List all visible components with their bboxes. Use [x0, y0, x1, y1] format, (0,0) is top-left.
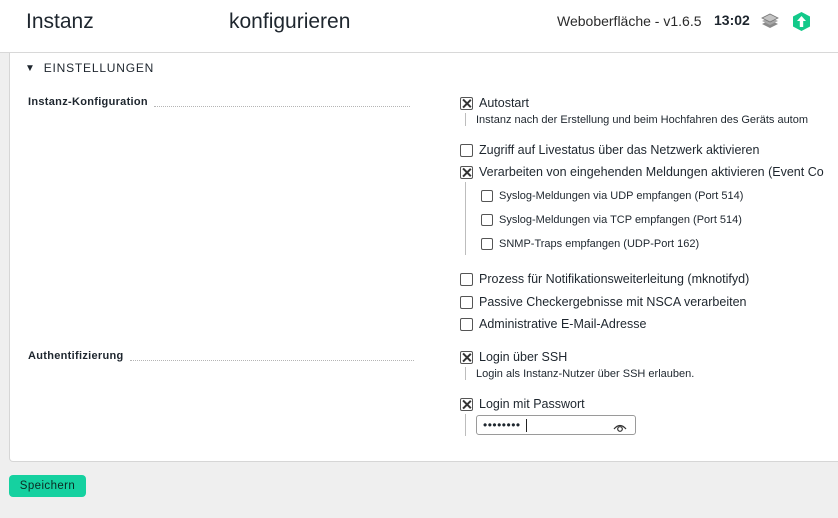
admin-email-checkbox[interactable]: [460, 317, 473, 331]
autostart-checkbox[interactable]: [460, 96, 473, 110]
books-icon[interactable]: [760, 11, 780, 36]
ssh-login-option[interactable]: Login über SSH: [460, 350, 567, 364]
password-sub-bar: [465, 414, 466, 436]
snmp-traps-option[interactable]: SNMP-Traps empfangen (UDP-Port 162): [481, 238, 699, 250]
help-bar: [465, 367, 466, 380]
syslog-udp-checkbox[interactable]: [481, 190, 493, 202]
livestatus-option[interactable]: Zugriff auf Livestatus über das Netzwerk…: [460, 143, 759, 157]
livestatus-checkbox[interactable]: [460, 143, 473, 157]
settings-panel: ▼ EINSTELLUNGEN Instanz-Konfiguration Au…: [9, 53, 838, 462]
authentication-label: Authentifizierung: [28, 350, 414, 362]
autostart-help-text: Instanz nach der Erstellung und beim Hoc…: [476, 114, 809, 126]
password-value: ••••••••: [483, 418, 521, 432]
mknotifyd-checkbox[interactable]: [460, 272, 473, 286]
clock: 13:02: [714, 12, 750, 28]
snmp-traps-checkbox[interactable]: [481, 238, 493, 250]
syslog-tcp-option[interactable]: Syslog-Meldungen via TCP empfangen (Port…: [481, 214, 742, 226]
page-header: Instanz konfigurieren Weboberfläche - v1…: [0, 0, 838, 53]
save-button[interactable]: Speichern: [9, 475, 86, 497]
admin-email-option[interactable]: Administrative E-Mail-Adresse: [460, 317, 646, 331]
ssh-login-checkbox[interactable]: [460, 350, 473, 364]
nsca-option[interactable]: Passive Checkergebnisse mit NSCA verarbe…: [460, 295, 746, 309]
update-icon[interactable]: [791, 11, 812, 37]
help-bar: [465, 113, 466, 126]
section-header[interactable]: ▼ EINSTELLUNGEN: [25, 61, 154, 75]
autostart-option[interactable]: Autostart: [460, 96, 529, 110]
page-title-right: konfigurieren: [229, 10, 351, 33]
page-title-left: Instanz: [26, 10, 94, 33]
section-title: EINSTELLUNGEN: [43, 61, 155, 75]
collapse-triangle-icon: ▼: [25, 62, 36, 74]
instance-config-label: Instanz-Konfiguration: [28, 96, 410, 108]
nsca-checkbox[interactable]: [460, 295, 473, 309]
password-input[interactable]: ••••••••: [476, 415, 636, 435]
password-login-checkbox[interactable]: [460, 397, 473, 411]
event-console-option[interactable]: Verarbeiten von eingehenden Meldungen ak…: [460, 165, 824, 179]
password-login-option[interactable]: Login mit Passwort: [460, 397, 585, 411]
ssh-help-text: Login als Instanz-Nutzer über SSH erlaub…: [476, 368, 695, 380]
eye-icon[interactable]: [613, 420, 627, 438]
syslog-udp-option[interactable]: Syslog-Meldungen via UDP empfangen (Port…: [481, 190, 743, 202]
mknotifyd-option[interactable]: Prozess für Notifikationsweiterleitung (…: [460, 272, 749, 286]
event-console-checkbox[interactable]: [460, 165, 473, 179]
syslog-tcp-checkbox[interactable]: [481, 214, 493, 226]
text-caret: [526, 419, 527, 432]
version-info: Weboberfläche - v1.6.5: [557, 13, 702, 29]
sub-options-bar: [465, 182, 466, 255]
